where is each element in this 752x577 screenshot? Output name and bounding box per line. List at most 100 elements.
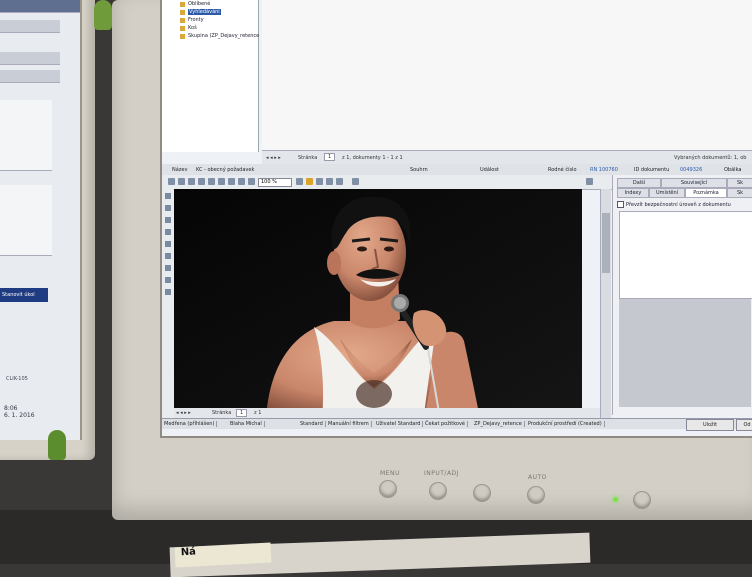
scroll-thumb[interactable]	[602, 213, 610, 273]
line-icon[interactable]	[165, 229, 171, 235]
birth-number-header: Rodné číslo	[548, 167, 577, 173]
name-header: Název	[172, 167, 188, 173]
left-monitor: Stanovit úkol CLIK-105 8:06 6. 1. 2016	[0, 0, 136, 460]
zoom-in-icon[interactable]	[168, 178, 175, 185]
status-group: ZP_Dejavy_retence	[474, 421, 525, 427]
annotate-icon[interactable]	[248, 178, 255, 185]
rotate-right-icon[interactable]	[208, 178, 215, 185]
summary-header: Souhrn	[410, 167, 428, 173]
menu-button[interactable]	[380, 481, 396, 497]
frog-sticker	[48, 430, 66, 460]
status-name: Blaha Michal	[230, 421, 265, 427]
doc-page-count: z 1	[254, 410, 262, 416]
clock-time: 8:06	[4, 405, 18, 412]
auto-button[interactable]	[528, 487, 544, 503]
menu-label: MENU	[380, 470, 400, 477]
left-panel	[0, 100, 52, 171]
grid-icon[interactable]	[586, 178, 593, 185]
highlight-icon[interactable]	[306, 178, 313, 185]
clock-date: 6. 1. 2016	[4, 412, 35, 419]
tab-more-2[interactable]: Sk	[727, 188, 752, 198]
page-input[interactable]: 1	[324, 153, 336, 161]
note-preview-area	[619, 299, 751, 407]
status-user: Medřena (příhlášen)	[164, 421, 218, 427]
note-text-area[interactable]	[619, 211, 752, 299]
text-icon[interactable]	[165, 205, 171, 211]
eraser-icon[interactable]	[165, 265, 171, 271]
tree-item-favorites[interactable]: Oblíbené	[188, 1, 210, 7]
status-bar: Medřena (příhlášen) Blaha Michal Standar…	[162, 418, 752, 429]
tree-item-search[interactable]: Vyhledávání	[188, 9, 221, 15]
status-environment: Produkční prostředí (Created)	[528, 421, 605, 427]
hand-icon[interactable]	[165, 289, 171, 295]
print-icon[interactable]	[326, 178, 333, 185]
checkbox-icon[interactable]	[617, 201, 624, 208]
document-scrollbar[interactable]	[600, 189, 611, 418]
tab-other[interactable]: Další	[617, 178, 661, 188]
note-icon[interactable]	[165, 277, 171, 283]
input-label: INPUT/ADJ	[424, 470, 459, 477]
status-filter: Manuální filtrem	[328, 421, 372, 427]
folder-tree: Oblíbené Vyhledávání Fronty Koš Skupina …	[162, 0, 259, 152]
pager-nav-icon[interactable]: ◂ ◂ ▸ ▸	[266, 155, 281, 161]
status-waiting: Čekat požitkové	[425, 421, 469, 427]
rotate-icon[interactable]	[296, 178, 303, 185]
tab-related[interactable]: Související	[661, 178, 727, 188]
tree-item-trash[interactable]: Koš	[188, 25, 197, 31]
list-pager: ◂ ◂ ▸ ▸ Stránka 1 z 1, dokumenty 1 - 1 z…	[262, 150, 752, 165]
pager-label: Stránka	[298, 155, 318, 161]
selection-info: Vybraných dokumentů: 1, ob	[674, 155, 747, 161]
power-led	[613, 497, 618, 502]
rotate-left-icon[interactable]	[198, 178, 205, 185]
doc-pager-nav-icon[interactable]: ◂ ◂ ▸ ▸	[176, 410, 191, 416]
tab-indexes[interactable]: Indexy	[617, 188, 649, 198]
search-icon[interactable]	[336, 178, 343, 185]
tab-more[interactable]: Sk	[727, 178, 752, 188]
save-icon[interactable]	[316, 178, 323, 185]
doc-page-input[interactable]: 1	[236, 409, 248, 417]
power-button[interactable]	[634, 492, 650, 508]
properties-panel: Další Související Sk Indexy Umístění Poz…	[612, 175, 752, 415]
pointer-icon[interactable]	[165, 193, 171, 199]
tab-location[interactable]: Umístění	[649, 188, 685, 198]
task-button[interactable]: Stanovit úkol	[0, 288, 48, 302]
page-icon[interactable]	[218, 178, 225, 185]
tab-note[interactable]: Poznámka	[685, 188, 727, 198]
pan-icon[interactable]	[228, 178, 235, 185]
adjust-button[interactable]	[474, 485, 490, 501]
main-screen: Oblíbené Vyhledávání Fronty Koš Skupina …	[162, 0, 752, 436]
fit-icon[interactable]	[188, 178, 195, 185]
pager-range: z 1, dokumenty 1 - 1 z 1	[342, 155, 403, 161]
pen-icon[interactable]	[165, 217, 171, 223]
viewer-toolbar: 100 %	[162, 175, 612, 190]
select-icon[interactable]	[238, 178, 245, 185]
security-checkbox[interactable]: Převzít bezpečnostní úroveň z dokumentu	[617, 201, 731, 208]
left-toolbar	[0, 20, 60, 33]
left-title-bar	[0, 0, 80, 13]
zoom-select[interactable]: 100 %	[258, 178, 292, 187]
auto-label: AUTO	[528, 474, 547, 481]
export-icon[interactable]	[352, 178, 359, 185]
taskbar-clock: 8:06 6. 1. 2016	[4, 405, 35, 419]
left-monitor-screen: Stanovit úkol CLIK-105 8:06 6. 1. 2016	[0, 0, 82, 440]
input-button[interactable]	[430, 483, 446, 499]
zoom-out-icon[interactable]	[178, 178, 185, 185]
doc-pager-label: Stránka	[212, 410, 232, 416]
other-button[interactable]: Od	[736, 419, 752, 431]
document-pager: ◂ ◂ ▸ ▸ Stránka 1 z 1	[174, 408, 600, 418]
birth-number-value: RN 100760	[590, 167, 618, 173]
trash-icon	[180, 26, 185, 31]
doc-id-header: ID dokumentu	[634, 167, 670, 173]
tree-item-queues[interactable]: Fronty	[188, 17, 204, 23]
save-button[interactable]: Uložit	[686, 419, 734, 431]
left-row	[0, 52, 60, 65]
document-list[interactable]	[262, 0, 752, 152]
document-image	[174, 189, 582, 418]
rectangle-icon[interactable]	[165, 241, 171, 247]
doc-id-value: 0049326	[680, 167, 703, 173]
left-panel	[0, 185, 52, 256]
envelope-tab[interactable]: Obálka	[724, 167, 741, 173]
tree-item-group[interactable]: Skupina (ZP_Dejavy_retence	[188, 33, 259, 39]
stamp-icon[interactable]	[165, 253, 171, 259]
name-value: KC - obecný požadavek	[196, 167, 255, 173]
